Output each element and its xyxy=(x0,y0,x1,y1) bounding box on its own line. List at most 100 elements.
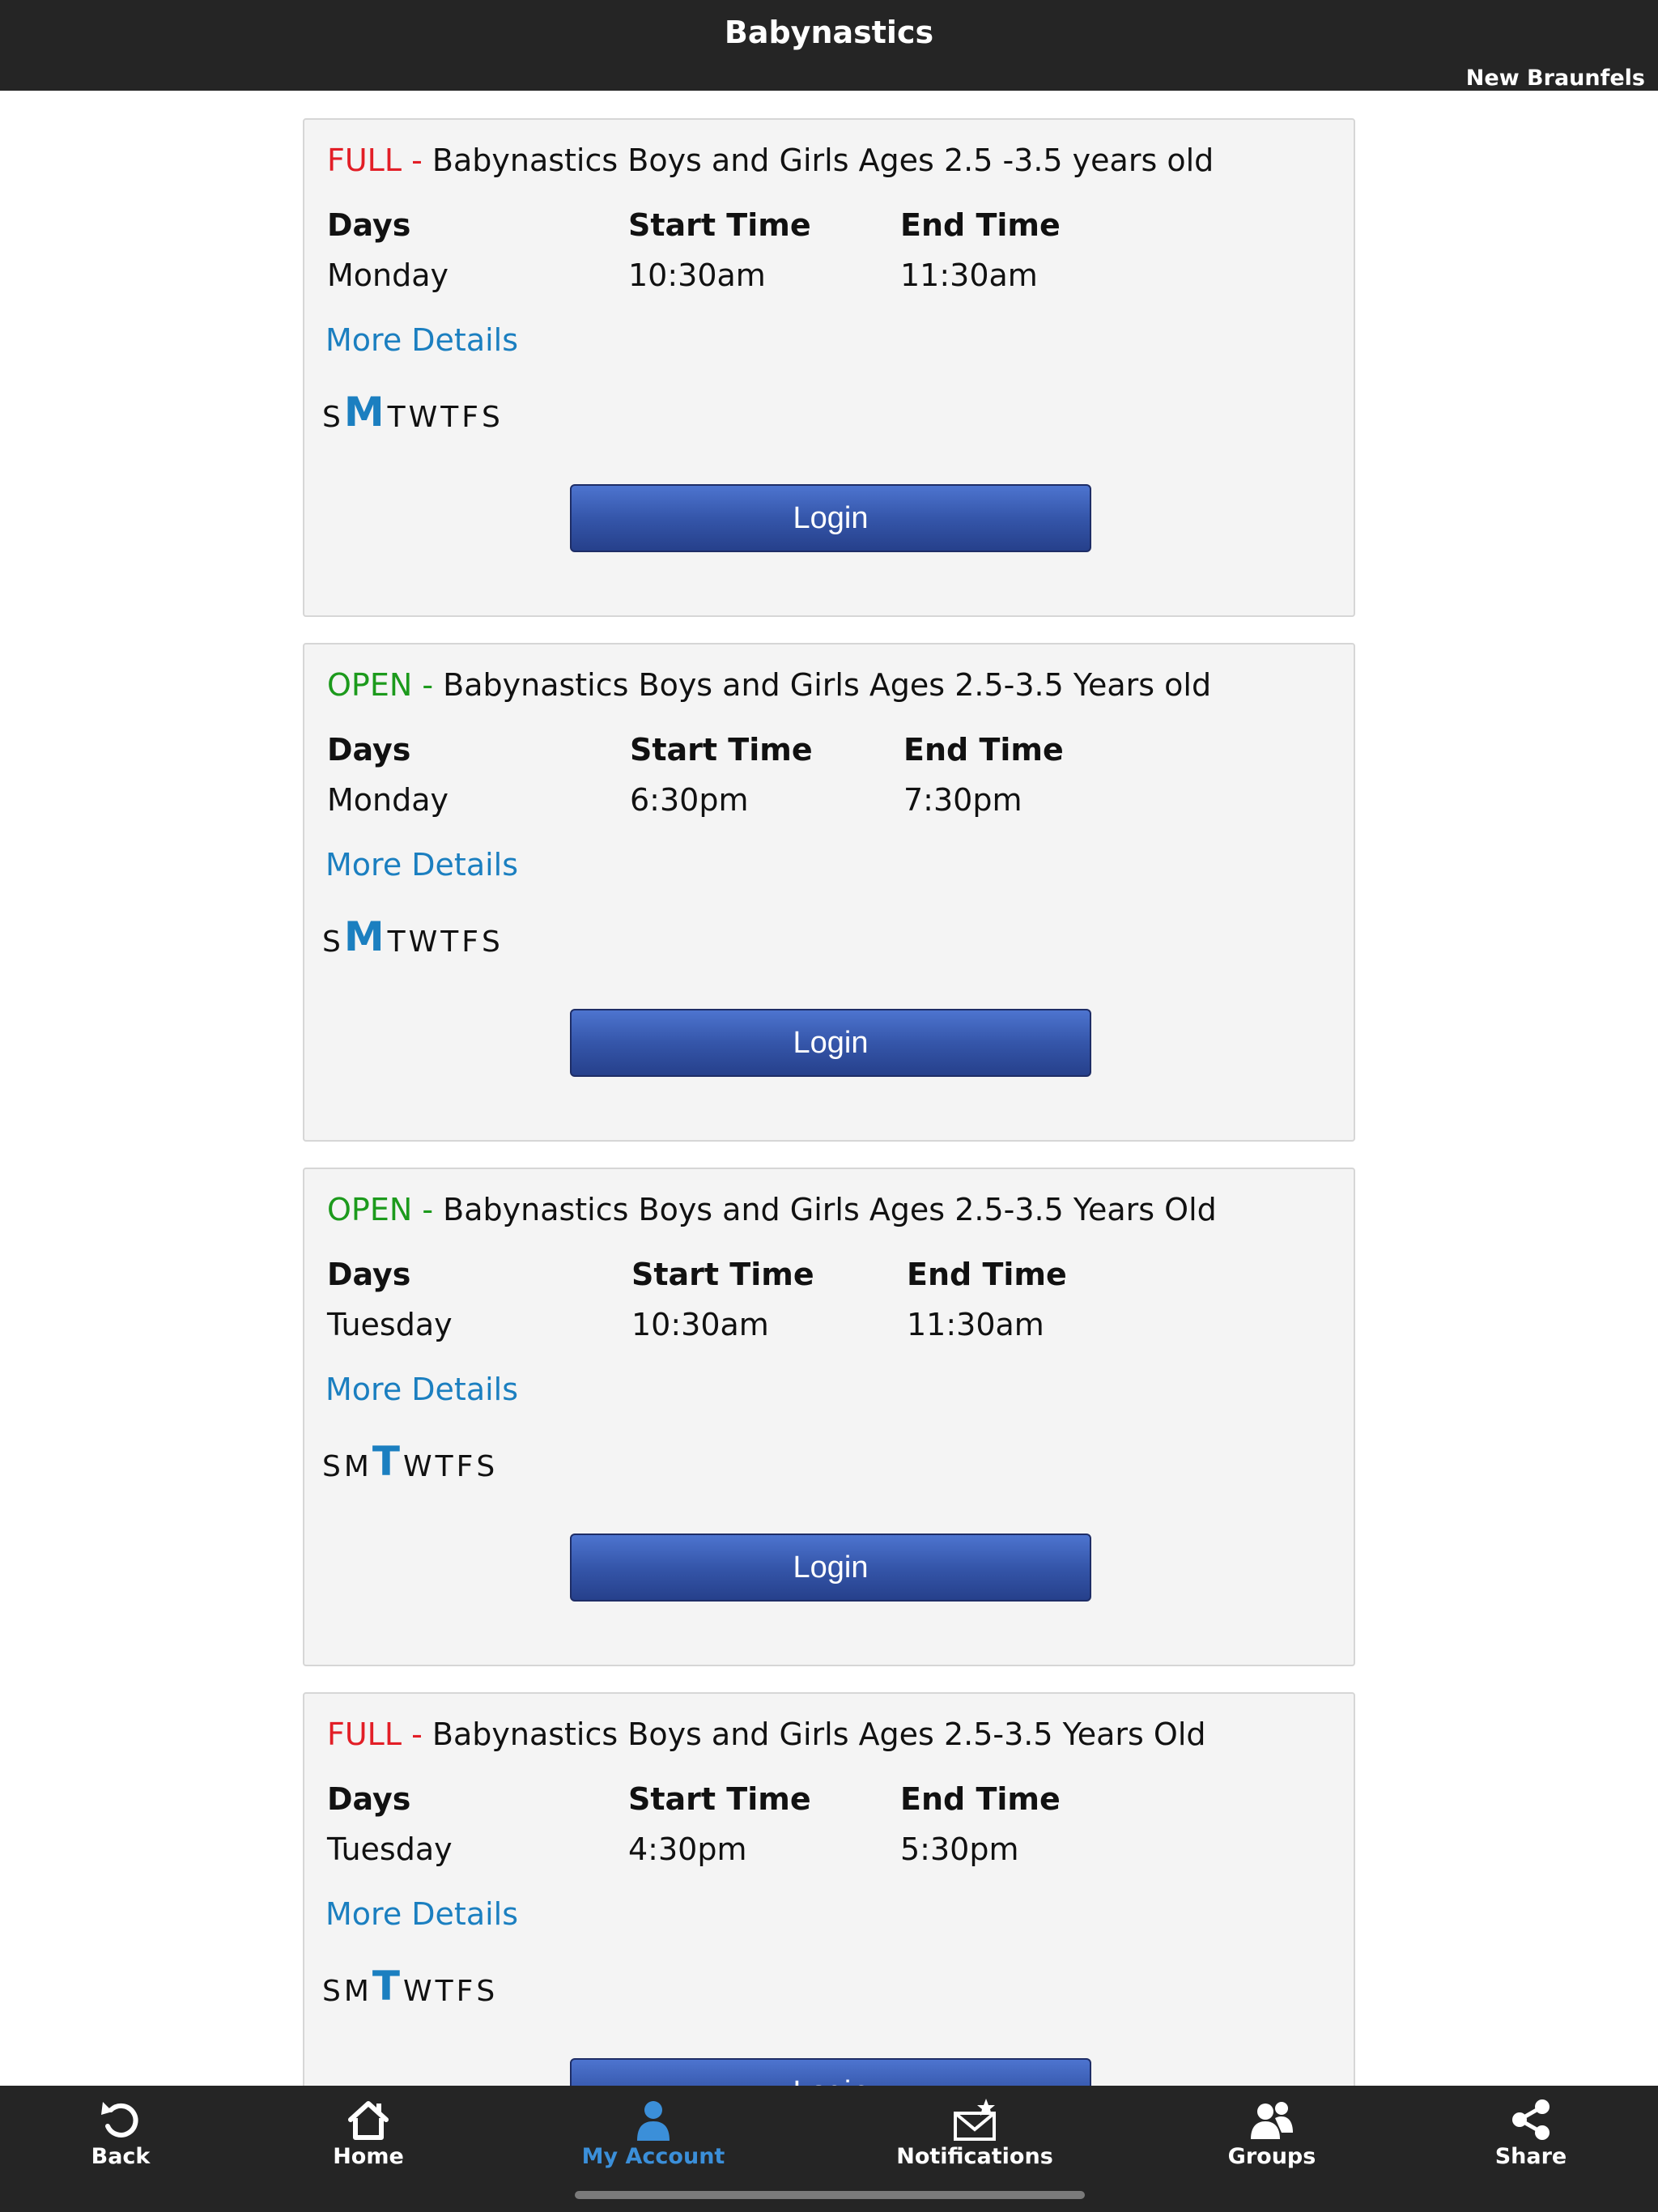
class-start-time: 6:30pm xyxy=(630,782,749,818)
share-icon xyxy=(1512,2099,1550,2140)
end-time-header: End Time xyxy=(907,1257,1067,1292)
more-details-link[interactable]: More Details xyxy=(325,847,518,883)
home-icon xyxy=(348,2101,389,2140)
class-day: Tuesday xyxy=(327,1307,453,1342)
tab-back[interactable]: Back xyxy=(15,2097,226,2178)
login-button[interactable]: Login xyxy=(570,1009,1091,1077)
weekday-letter: T xyxy=(387,925,406,959)
weekday-letter: F xyxy=(456,1450,474,1483)
weekday-indicator: SMTWTFS xyxy=(322,1436,498,1482)
tab-home[interactable]: Home xyxy=(263,2097,474,2178)
weekday-letter-active: T xyxy=(372,1963,401,2010)
class-heading: OPEN - Babynastics Boys and Girls Ages 2… xyxy=(327,1192,1217,1227)
tab-label: Groups xyxy=(1227,2144,1316,2169)
weekday-indicator: SMTWTFS xyxy=(322,387,504,432)
class-day: Tuesday xyxy=(327,1831,453,1867)
days-header: Days xyxy=(327,1781,411,1817)
end-time-header: End Time xyxy=(900,207,1061,243)
home-indicator[interactable] xyxy=(575,2191,1085,2199)
class-day: Monday xyxy=(327,257,449,293)
class-title: Babynastics Boys and Girls Ages 2.5-3.5 … xyxy=(443,667,1212,703)
class-end-time: 11:30am xyxy=(900,257,1038,293)
weekday-letter: T xyxy=(440,401,459,434)
start-time-header: Start Time xyxy=(628,207,811,243)
more-details-link[interactable]: More Details xyxy=(325,322,518,358)
class-end-time: 7:30pm xyxy=(903,782,1022,818)
weekday-letter: S xyxy=(322,1450,341,1483)
weekday-letter: S xyxy=(322,1975,341,2008)
start-time-header: Start Time xyxy=(630,732,813,768)
status-badge: OPEN - xyxy=(327,1192,444,1227)
weekday-letter-active: M xyxy=(343,389,385,436)
back-icon xyxy=(101,2102,138,2138)
location-label: New Braunfels xyxy=(1465,66,1645,91)
weekday-letter: T xyxy=(435,1450,453,1483)
weekday-letter: T xyxy=(440,925,459,959)
class-title: Babynastics Boys and Girls Ages 2.5-3.5 … xyxy=(443,1192,1217,1227)
class-heading: OPEN - Babynastics Boys and Girls Ages 2… xyxy=(327,667,1211,703)
tab-label: Back xyxy=(91,2144,151,2169)
class-card: OPEN - Babynastics Boys and Girls Ages 2… xyxy=(303,1168,1355,1666)
end-time-header: End Time xyxy=(900,1781,1061,1817)
class-heading: FULL - Babynastics Boys and Girls Ages 2… xyxy=(327,143,1214,178)
weekday-letter: W xyxy=(403,1450,432,1483)
class-card: OPEN - Babynastics Boys and Girls Ages 2… xyxy=(303,643,1355,1142)
class-start-time: 10:30am xyxy=(628,257,766,293)
weekday-letter: S xyxy=(481,401,500,434)
weekday-letter: M xyxy=(343,1975,369,2008)
status-badge: OPEN - xyxy=(327,667,444,703)
login-button[interactable]: Login xyxy=(570,1534,1091,1602)
class-start-time: 4:30pm xyxy=(628,1831,747,1867)
class-card: FULL - Babynastics Boys and Girls Ages 2… xyxy=(303,1692,1355,2086)
class-end-time: 11:30am xyxy=(907,1307,1044,1342)
login-button[interactable]: Login xyxy=(570,484,1091,552)
weekday-letter-active: T xyxy=(372,1438,401,1485)
weekday-letter: F xyxy=(461,401,478,434)
days-header: Days xyxy=(327,732,411,768)
login-button[interactable]: Login xyxy=(570,2058,1091,2086)
start-time-header: Start Time xyxy=(631,1257,814,1292)
class-title: Babynastics Boys and Girls Ages 2.5 -3.5… xyxy=(432,143,1214,178)
tab-label: Home xyxy=(333,2144,404,2169)
class-start-time: 10:30am xyxy=(631,1307,769,1342)
weekday-letter: S xyxy=(322,925,341,959)
class-heading: FULL - Babynastics Boys and Girls Ages 2… xyxy=(327,1716,1206,1752)
weekday-letter: M xyxy=(343,1450,369,1483)
status-badge: FULL - xyxy=(327,143,432,178)
weekday-letter: W xyxy=(408,925,438,959)
tab-share[interactable]: Share xyxy=(1426,2097,1636,2178)
tab-notifications[interactable]: Notifications xyxy=(869,2097,1080,2178)
more-details-link[interactable]: More Details xyxy=(325,1896,518,1932)
class-list[interactable]: FULL - Babynastics Boys and Girls Ages 2… xyxy=(0,91,1658,2086)
notifications-icon xyxy=(954,2099,996,2141)
start-time-header: Start Time xyxy=(628,1781,811,1817)
weekday-letter: W xyxy=(403,1975,432,2008)
top-bar: Babynastics New Braunfels xyxy=(0,0,1658,91)
page-title: Babynastics xyxy=(724,15,934,50)
class-end-time: 5:30pm xyxy=(900,1831,1019,1867)
account-icon xyxy=(637,2101,670,2141)
weekday-letter: T xyxy=(435,1975,453,2008)
status-badge: FULL - xyxy=(327,1716,432,1752)
tab-my-account[interactable]: My Account xyxy=(548,2097,759,2178)
tab-label: Share xyxy=(1494,2144,1567,2169)
weekday-letter: S xyxy=(476,1450,495,1483)
weekday-letter: S xyxy=(322,401,341,434)
weekday-letter: T xyxy=(387,401,406,434)
weekday-letter: F xyxy=(461,925,478,959)
end-time-header: End Time xyxy=(903,732,1064,768)
weekday-indicator: SMTWTFS xyxy=(322,1961,498,2006)
weekday-letter: S xyxy=(476,1975,495,2008)
tab-label: My Account xyxy=(581,2144,725,2169)
weekday-letter: F xyxy=(456,1975,474,2008)
weekday-letter: W xyxy=(408,401,438,434)
days-header: Days xyxy=(327,1257,411,1292)
class-card: FULL - Babynastics Boys and Girls Ages 2… xyxy=(303,118,1355,617)
more-details-link[interactable]: More Details xyxy=(325,1372,518,1407)
tab-label: Notifications xyxy=(896,2144,1053,2169)
weekday-letter-active: M xyxy=(343,913,385,960)
weekday-indicator: SMTWTFS xyxy=(322,912,504,957)
tab-groups[interactable]: Groups xyxy=(1167,2097,1377,2178)
weekday-letter: S xyxy=(481,925,500,959)
groups-icon xyxy=(1251,2102,1293,2139)
